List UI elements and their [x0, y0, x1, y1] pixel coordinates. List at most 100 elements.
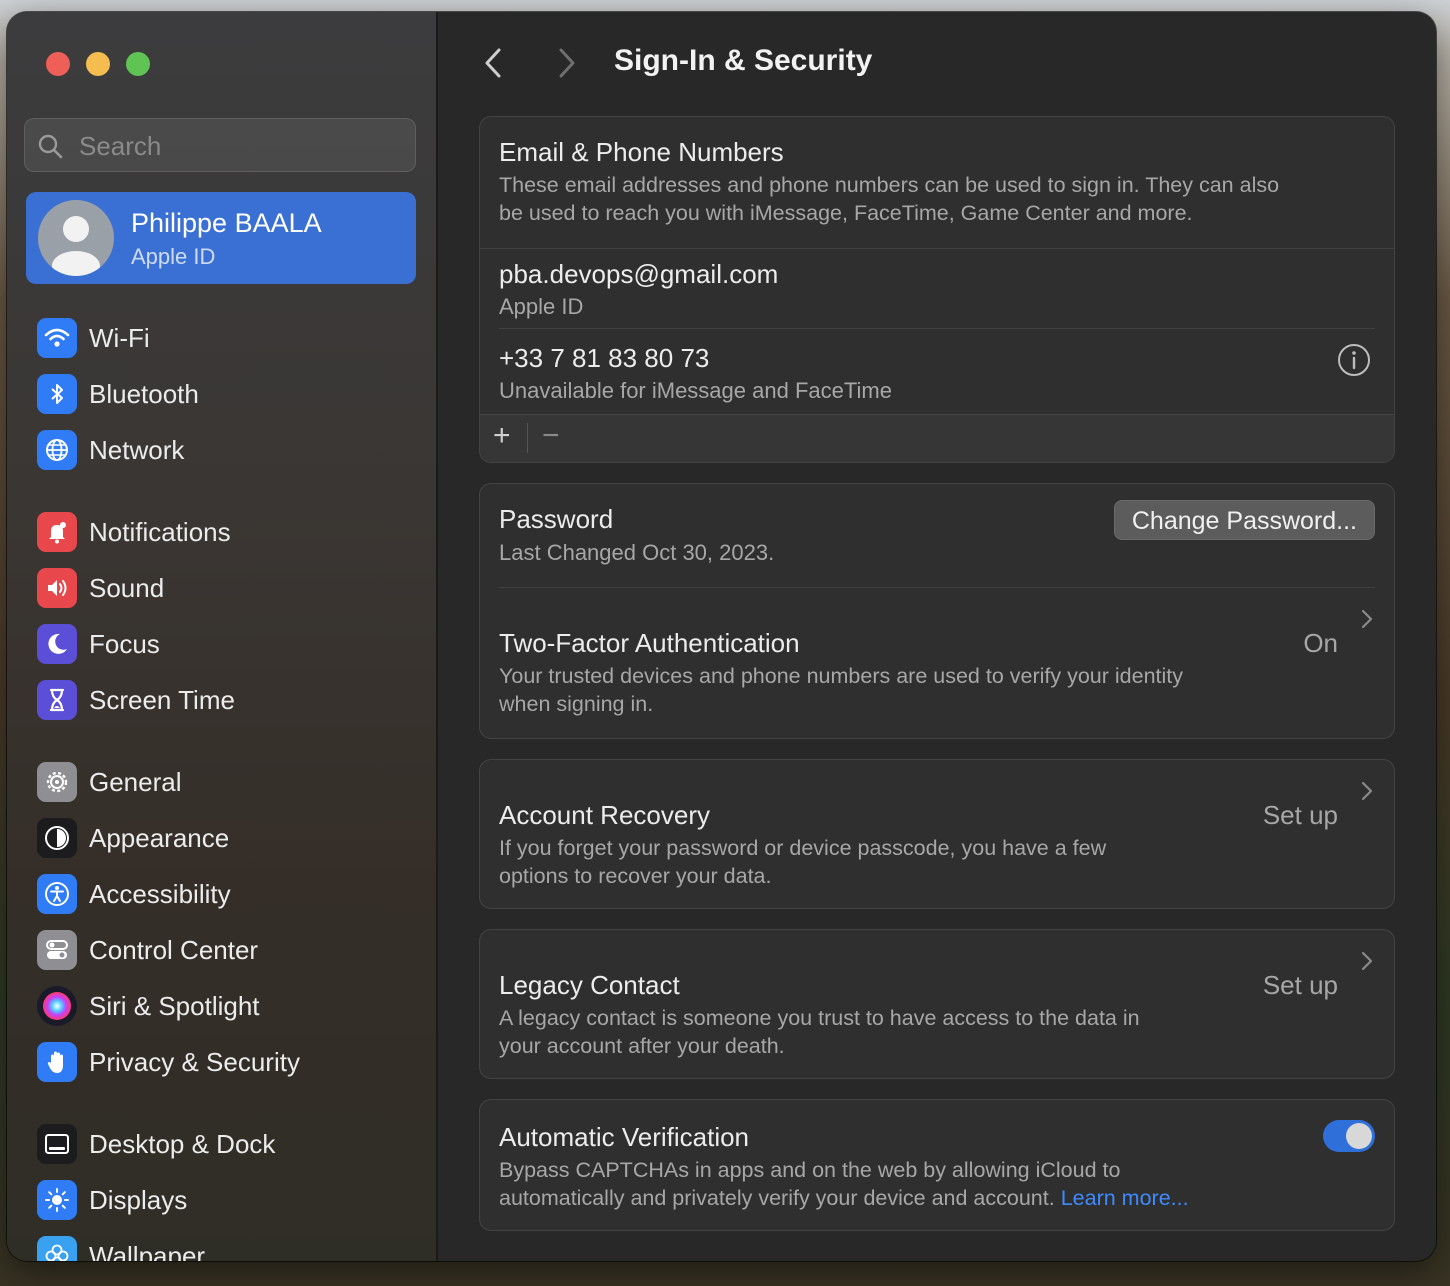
sidebar-item-label: Siri & Spotlight [89, 991, 260, 1021]
learn-more-link[interactable]: Learn more... [1061, 1186, 1189, 1210]
automatic-verification-description-2: automatically and privately verify your … [499, 1186, 1055, 1210]
chevron-right-icon [1360, 608, 1374, 635]
sidebar-item-label: Focus [89, 629, 160, 659]
search-icon [37, 133, 63, 164]
dock-icon [37, 1124, 77, 1164]
sidebar-item-siri-spotlight[interactable]: Siri & Spotlight [37, 984, 427, 1028]
profile-name: Philippe BAALA [131, 208, 322, 238]
sidebar-item-notifications[interactable]: Notifications [37, 510, 427, 554]
automatic-verification-heading: Automatic Verification [499, 1122, 750, 1152]
sidebar-item-label: Bluetooth [89, 379, 199, 409]
sidebar-item-control-center[interactable]: Control Center [37, 928, 427, 972]
sidebar-item-privacy-security[interactable]: Privacy & Security [37, 1040, 427, 1084]
sidebar-item-network[interactable]: Network [37, 428, 427, 472]
account-recovery-status: Set up [1262, 800, 1338, 830]
automatic-verification-toggle[interactable] [1323, 1120, 1375, 1152]
profile-subtitle: Apple ID [131, 244, 216, 269]
bluetooth-icon [37, 374, 77, 414]
sidebar-item-wifi[interactable]: Wi-Fi [37, 316, 427, 360]
sidebar-item-general[interactable]: General [37, 760, 427, 804]
sidebar-item-appearance[interactable]: Appearance [37, 816, 427, 860]
chevron-right-icon [1360, 780, 1374, 807]
sidebar-item-label: Notifications [89, 517, 231, 547]
sidebar-item-label: Wallpaper [89, 1241, 206, 1261]
sidebar-item-label: Appearance [89, 823, 230, 853]
sidebar-item-label: Privacy & Security [89, 1047, 300, 1077]
chevron-right-icon [1360, 950, 1374, 977]
back-button[interactable] [482, 46, 506, 85]
sidebar-item-sound[interactable]: Sound [37, 566, 427, 610]
sidebar-item-bluetooth[interactable]: Bluetooth [37, 372, 427, 416]
sidebar: Philippe BAALA Apple ID Wi-Fi Bluetooth … [7, 12, 438, 1261]
sidebar-item-screen-time[interactable]: Screen Time [37, 678, 427, 722]
email-value: pba.devops@gmail.com [499, 259, 779, 289]
email-phone-card: Email & Phone Numbers These email addres… [479, 116, 1395, 463]
password-heading: Password [499, 504, 614, 534]
sidebar-item-label: Accessibility [89, 879, 231, 909]
hand-icon [37, 1042, 77, 1082]
two-factor-description-2: when signing in. [499, 692, 654, 716]
divider [499, 587, 1375, 588]
sidebar-item-focus[interactable]: Focus [37, 622, 427, 666]
apple-id-profile[interactable]: Philippe BAALA Apple ID [26, 192, 416, 284]
change-password-button[interactable]: Change Password... [1113, 500, 1375, 540]
two-factor-description-1: Your trusted devices and phone numbers a… [499, 664, 1184, 688]
phone-value: +33 7 81 83 80 73 [499, 343, 710, 373]
forward-button[interactable] [554, 46, 578, 85]
speaker-icon [37, 568, 77, 608]
automatic-verification-description-1: Bypass CAPTCHAs in apps and on the web b… [499, 1158, 1121, 1182]
main-content: Sign-In & Security Email & Phone Numbers… [438, 12, 1436, 1261]
page-title: Sign-In & Security [614, 44, 873, 77]
globe-icon [37, 430, 77, 470]
account-recovery-description-2: options to recover your data. [499, 864, 772, 888]
search-input[interactable] [77, 119, 401, 173]
sidebar-item-wallpaper[interactable]: Wallpaper [37, 1234, 427, 1261]
toggles-icon [37, 930, 77, 970]
sidebar-item-label: Screen Time [89, 685, 235, 715]
sidebar-item-label: Desktop & Dock [89, 1129, 276, 1159]
divider [480, 248, 1394, 249]
legacy-contact-heading: Legacy Contact [499, 970, 680, 1000]
wifi-icon [37, 318, 77, 358]
account-recovery-row[interactable]: Account Recovery If you forget your pass… [479, 759, 1395, 909]
sidebar-item-displays[interactable]: Displays [37, 1178, 427, 1222]
accessibility-icon [37, 874, 77, 914]
hourglass-icon [37, 680, 77, 720]
settings-window: Philippe BAALA Apple ID Wi-Fi Bluetooth … [7, 12, 1436, 1261]
gear-icon [37, 762, 77, 802]
sidebar-item-accessibility[interactable]: Accessibility [37, 872, 427, 916]
search-box[interactable] [24, 118, 416, 173]
list-toolbar: + − [480, 414, 1394, 462]
divider [527, 423, 528, 453]
sidebar-item-label: General [89, 767, 182, 797]
password-card: Password Last Changed Oct 30, 2023. Chan… [479, 483, 1395, 739]
legacy-contact-row[interactable]: Legacy Contact A legacy contact is someo… [479, 929, 1395, 1079]
sidebar-item-desktop-dock[interactable]: Desktop & Dock [37, 1122, 427, 1166]
siri-icon [37, 986, 77, 1026]
automatic-verification-card: Automatic Verification Bypass CAPTCHAs i… [479, 1099, 1395, 1231]
add-button[interactable]: + [493, 419, 511, 453]
info-icon[interactable] [1336, 342, 1372, 383]
remove-button[interactable]: − [542, 419, 560, 453]
moon-icon [37, 624, 77, 664]
legacy-contact-description-1: A legacy contact is someone you trust to… [499, 1006, 1140, 1030]
flower-icon [37, 1236, 77, 1261]
sidebar-item-label: Network [89, 435, 185, 465]
email-section-description-2: be used to reach you with iMessage, Face… [499, 201, 1193, 225]
two-factor-heading: Two-Factor Authentication [499, 628, 800, 658]
zoom-window-button[interactable] [126, 52, 150, 76]
email-section-heading: Email & Phone Numbers [499, 137, 784, 167]
email-section-description-1: These email addresses and phone numbers … [499, 173, 1280, 197]
automatic-verification-description-2-row: automatically and privately verify your … [499, 1184, 1189, 1212]
minimize-window-button[interactable] [86, 52, 110, 76]
email-detail: Apple ID [499, 294, 584, 319]
account-recovery-heading: Account Recovery [499, 800, 710, 830]
sidebar-item-label: Wi-Fi [89, 323, 150, 353]
close-window-button[interactable] [46, 52, 70, 76]
avatar [38, 200, 114, 276]
sun-icon [37, 1180, 77, 1220]
password-detail: Last Changed Oct 30, 2023. [499, 540, 775, 565]
sidebar-item-label: Sound [89, 573, 165, 603]
appearance-icon [37, 818, 77, 858]
sidebar-item-label: Control Center [89, 935, 259, 965]
